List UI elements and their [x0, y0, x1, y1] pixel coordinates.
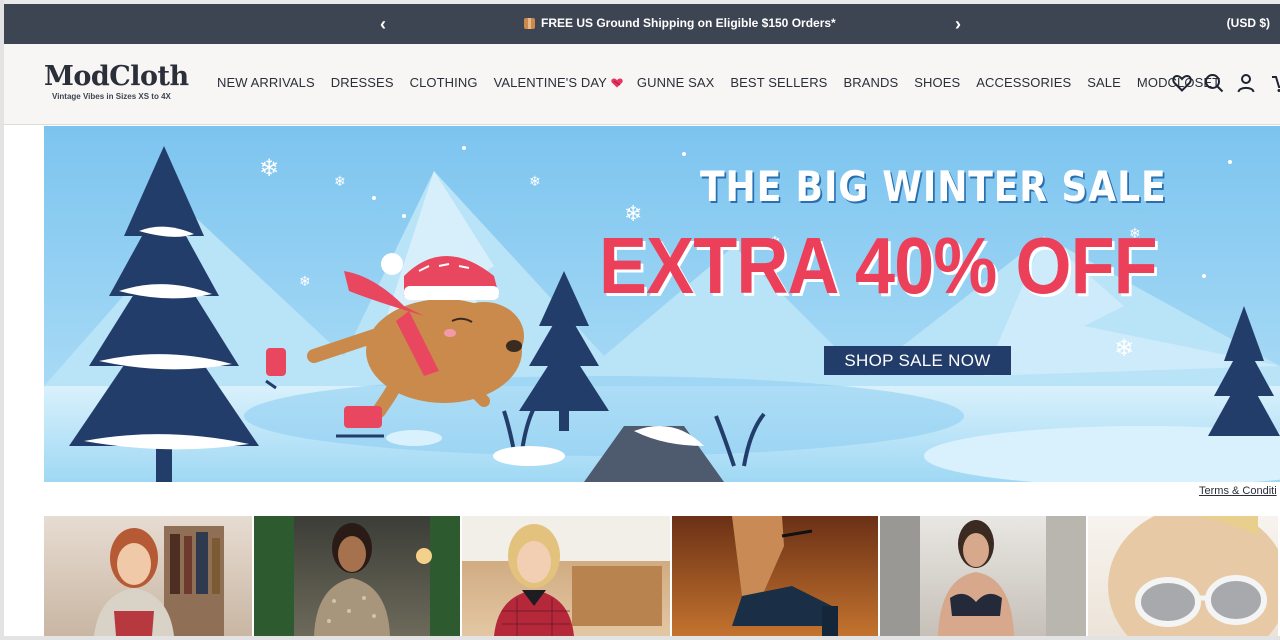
- promo-message-text: FREE US Ground Shipping on Eligible $150…: [541, 16, 836, 30]
- hero-offer: EXTRA 40% OFF: [599, 221, 1158, 310]
- tile-sunglasses[interactable]: [1088, 516, 1278, 636]
- window-frame-bottom: [0, 636, 1280, 640]
- nav-new-arrivals[interactable]: NEW ARRIVALS: [217, 75, 323, 90]
- nav-label: BEST SELLERS: [730, 75, 828, 90]
- nav-best-sellers[interactable]: BEST SELLERS: [730, 75, 835, 90]
- nav-brands[interactable]: BRANDS: [843, 75, 906, 90]
- hero-banner[interactable]: ❄ ❄ ❄ ❄ ❄ ❄ ❄ ❄ THE BIG WINTER SALE EXTR…: [44, 126, 1280, 482]
- tile-lingerie-image: [880, 516, 1086, 636]
- tile-plaid-dress-image: [462, 516, 670, 636]
- logo-wordmark: ModCloth: [44, 61, 189, 92]
- promo-bar: ‹ FREE US Ground Shipping on Eligible $1…: [4, 4, 1280, 44]
- tile-sunglasses-image: [1108, 516, 1278, 636]
- tile-heels[interactable]: [672, 516, 878, 636]
- svg-text:❄: ❄: [299, 274, 311, 290]
- tile-sequin-top[interactable]: [254, 516, 460, 636]
- cart-icon[interactable]: [1268, 72, 1280, 94]
- header-icons: [1172, 72, 1280, 94]
- site-header: ModCloth Vintage Vibes in Sizes XS to 4X…: [4, 44, 1280, 125]
- tile-cardigans-image: [94, 526, 224, 636]
- main-nav: NEW ARRIVALS DRESSES CLOTHING VALENTINE'…: [217, 75, 1236, 90]
- site-logo[interactable]: ModCloth Vintage Vibes in Sizes XS to 4X: [44, 62, 189, 102]
- nav-label: SHOES: [914, 75, 961, 90]
- logo-tagline: Vintage Vibes in Sizes XS to 4X: [52, 92, 171, 101]
- nav-label: DRESSES: [330, 75, 394, 90]
- heart-accent-icon: [611, 78, 623, 88]
- nav-gunne-sax[interactable]: GUNNE SAX: [637, 75, 722, 90]
- nav-valentines-day[interactable]: VALENTINE'S DAY: [494, 75, 629, 90]
- nav-sale[interactable]: SALE: [1087, 75, 1129, 90]
- promo-message[interactable]: FREE US Ground Shipping on Eligible $150…: [524, 16, 836, 30]
- tile-lingerie[interactable]: [880, 516, 1086, 636]
- heart-icon[interactable]: [1172, 72, 1192, 94]
- tile-plaid-dress[interactable]: [462, 516, 670, 636]
- nav-label: VALENTINE'S DAY: [493, 75, 607, 90]
- nav-label: GUNNE SAX: [636, 75, 715, 90]
- svg-text:❄: ❄: [529, 174, 541, 190]
- nav-shoes[interactable]: SHOES: [914, 75, 968, 90]
- nav-clothing[interactable]: CLOTHING: [410, 75, 486, 90]
- tile-heels-image: [732, 516, 838, 636]
- search-icon[interactable]: [1204, 72, 1224, 94]
- category-tiles: [44, 516, 1280, 636]
- svg-text:❄: ❄: [334, 174, 346, 190]
- svg-text:❄: ❄: [259, 154, 279, 182]
- nav-label: BRANDS: [843, 75, 899, 90]
- promo-prev-arrow[interactable]: ‹: [371, 12, 395, 36]
- currency-selector[interactable]: (USD $): [1227, 16, 1270, 30]
- tile-cardigans[interactable]: [44, 516, 252, 636]
- nav-dresses[interactable]: DRESSES: [331, 75, 402, 90]
- user-icon[interactable]: [1236, 72, 1256, 94]
- nav-label: NEW ARRIVALS: [217, 75, 315, 90]
- tile-sequin-top-image: [254, 516, 460, 636]
- nav-label: ACCESSORIES: [976, 75, 1072, 90]
- nav-accessories[interactable]: ACCESSORIES: [976, 75, 1079, 90]
- terms-link[interactable]: Terms & Conditi: [1199, 485, 1277, 497]
- hero-headline: THE BIG WINTER SALE: [700, 162, 1167, 211]
- package-icon: [524, 17, 535, 29]
- nav-label: CLOTHING: [409, 75, 478, 90]
- promo-next-arrow[interactable]: ›: [946, 12, 970, 36]
- nav-label: SALE: [1087, 75, 1121, 90]
- shop-sale-button[interactable]: SHOP SALE NOW: [824, 346, 1011, 375]
- svg-text:❄: ❄: [1114, 334, 1134, 362]
